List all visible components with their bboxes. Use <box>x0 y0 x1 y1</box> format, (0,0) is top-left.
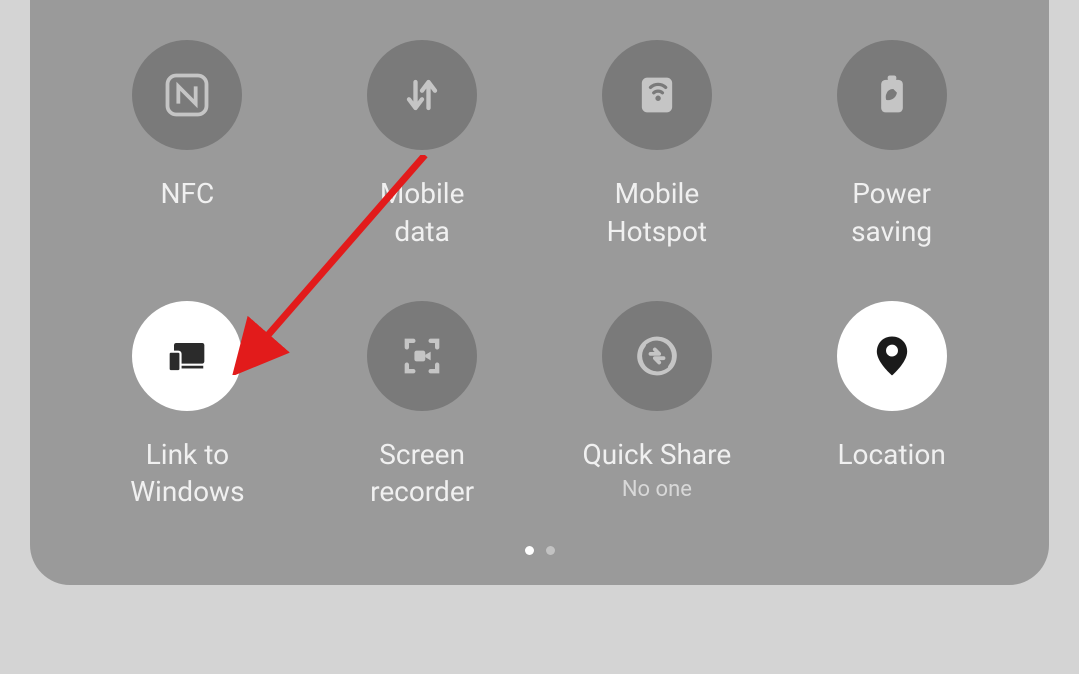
tiles-grid: NFC Mobile data <box>90 40 989 511</box>
quick-share-icon <box>631 330 683 382</box>
page-dot-2[interactable] <box>546 546 555 555</box>
hotspot-icon-circle <box>602 40 712 150</box>
tile-sublabel: No one <box>622 477 692 502</box>
tile-mobile-hotspot[interactable]: Mobile Hotspot <box>560 40 755 251</box>
location-pin-icon <box>866 330 918 382</box>
tile-label: Screen recorder <box>370 436 474 512</box>
link-windows-icon-circle <box>132 301 242 411</box>
tile-label: Mobile data <box>380 175 465 251</box>
tile-label: Mobile Hotspot <box>607 175 707 251</box>
tile-location[interactable]: Location <box>794 301 989 512</box>
mobile-data-icon-circle <box>367 40 477 150</box>
battery-leaf-icon <box>866 69 918 121</box>
quick-share-icon-circle <box>602 301 712 411</box>
mobile-data-icon <box>396 69 448 121</box>
tile-label: Quick Share <box>583 436 732 474</box>
tile-mobile-data[interactable]: Mobile data <box>325 40 520 251</box>
page-dot-1[interactable] <box>525 546 534 555</box>
tile-label: Location <box>837 436 945 474</box>
tile-label: Link to Windows <box>130 436 244 512</box>
nfc-icon <box>161 69 213 121</box>
link-to-windows-icon <box>161 330 213 382</box>
tile-screen-recorder[interactable]: Screen recorder <box>325 301 520 512</box>
tile-nfc[interactable]: NFC <box>90 40 285 251</box>
quick-settings-panel: NFC Mobile data <box>30 0 1049 585</box>
tile-label: Power saving <box>851 175 932 251</box>
screen-recorder-icon-circle <box>367 301 477 411</box>
location-icon-circle <box>837 301 947 411</box>
pagination-dots <box>90 546 989 555</box>
screen-recorder-icon <box>396 330 448 382</box>
tile-power-saving[interactable]: Power saving <box>794 40 989 251</box>
nfc-icon-circle <box>132 40 242 150</box>
hotspot-icon <box>631 69 683 121</box>
tile-label: NFC <box>161 175 215 213</box>
tile-quick-share[interactable]: Quick Share No one <box>560 301 755 512</box>
power-saving-icon-circle <box>837 40 947 150</box>
tile-link-to-windows[interactable]: Link to Windows <box>90 301 285 512</box>
